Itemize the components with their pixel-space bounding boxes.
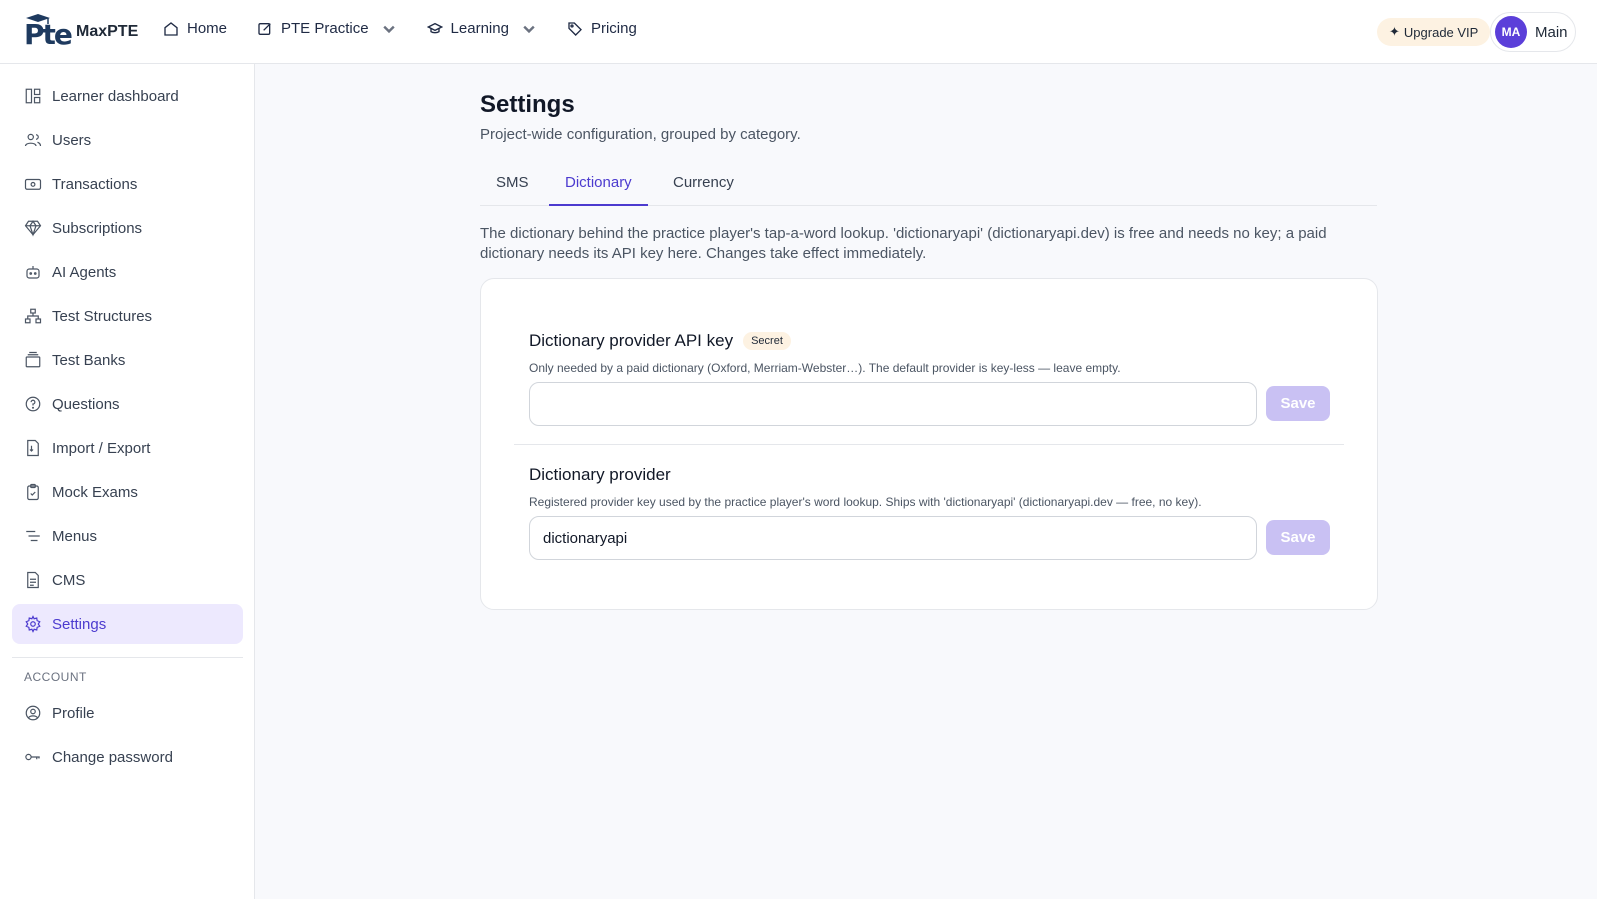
sidebar-item-change-password[interactable]: Change password (12, 737, 243, 777)
chevron-down-icon (523, 25, 535, 33)
archive-icon (25, 351, 41, 368)
sidebar-item-label: Mock Exams (52, 483, 138, 501)
sidebar-item-label: AI Agents (52, 263, 117, 281)
tag-icon (568, 21, 582, 36)
nav-learning-label: Learning (450, 20, 509, 37)
field-help-text: Registered provider key used by the prac… (529, 495, 1202, 509)
sidebar-item-subscriptions[interactable]: Subscriptions (12, 208, 243, 248)
sidebar-item-profile[interactable]: Profile (12, 693, 243, 733)
tab-sms[interactable]: SMS (480, 172, 545, 206)
sidebar-item-label: Transactions (52, 175, 138, 193)
sidebar-item-label: Settings (52, 615, 107, 633)
file-transfer-icon (27, 439, 39, 457)
setting-dictionary-provider: Dictionary provider Registered provider … (529, 465, 1330, 565)
sidebar-item-label: Subscriptions (52, 219, 143, 237)
robot-icon (26, 266, 40, 279)
clipboard-icon (27, 483, 39, 501)
dashboard-icon (25, 88, 41, 104)
sidebar-item-mock-exams[interactable]: Mock Exams (12, 472, 243, 512)
nav-home-label: Home (187, 20, 228, 37)
document-icon (27, 571, 39, 589)
upgrade-vip-button[interactable]: ✦ Upgrade VIP (1377, 18, 1491, 46)
sidebar-item-settings[interactable]: Settings (12, 604, 243, 644)
sidebar-item-questions[interactable]: Questions (12, 384, 243, 424)
field-divider (514, 444, 1344, 445)
dictionary-provider-input[interactable] (529, 516, 1257, 560)
sparkle-icon: ✦ (1389, 24, 1400, 39)
sidebar-item-label: CMS (52, 571, 86, 589)
sidebar: Learner dashboard Users Transactions Sub… (0, 64, 255, 899)
page-title: Settings (480, 91, 575, 118)
field-help-text: Only needed by a paid dictionary (Oxford… (529, 361, 1121, 375)
logo-text: Pte (24, 18, 73, 51)
chevron-down-icon (382, 25, 395, 33)
sidebar-item-cms[interactable]: CMS (12, 560, 243, 600)
sidebar-item-label: Learner dashboard (52, 87, 179, 105)
nav-pte-practice[interactable]: PTE Practice (257, 20, 397, 37)
sidebar-item-label: Change password (52, 748, 173, 766)
top-nav: Home PTE Practice Learning Pricing (163, 20, 637, 37)
sidebar-item-users[interactable]: Users (12, 120, 243, 160)
sidebar-item-label: Users (52, 131, 92, 149)
sidebar-item-label: Questions (52, 395, 120, 413)
top-navbar: Pte MaxPTE Home PTE Practice Learning Pr… (0, 0, 1597, 64)
field-label-text: Dictionary provider API key (529, 331, 734, 350)
key-icon (25, 753, 40, 761)
home-icon (164, 21, 178, 36)
tab-description: The dictionary behind the practice playe… (480, 225, 1327, 262)
tab-currency[interactable]: Currency (657, 172, 750, 206)
edit-icon (258, 22, 271, 35)
nav-pricing[interactable]: Pricing (567, 20, 637, 37)
sidebar-item-menus[interactable]: Menus (12, 516, 243, 556)
gear-icon (25, 615, 41, 633)
sidebar-item-transactions[interactable]: Transactions (12, 164, 243, 204)
dictionary-api-key-input[interactable] (529, 382, 1257, 426)
secret-badge: Secret (743, 332, 791, 350)
save-button[interactable]: Save (1266, 520, 1330, 555)
menu-icon (26, 530, 40, 542)
nav-home[interactable]: Home (163, 20, 227, 37)
tab-dictionary[interactable]: Dictionary (549, 172, 648, 206)
question-icon (25, 396, 41, 412)
sidebar-item-learner-dashboard[interactable]: Learner dashboard (12, 76, 243, 116)
tab-label: Dictionary (565, 174, 632, 191)
sidebar-item-label: Test Banks (52, 351, 126, 369)
users-icon (24, 133, 42, 147)
field-label: Dictionary provider (529, 465, 671, 485)
sidebar-item-label: Profile (52, 704, 95, 722)
settings-card: Dictionary provider API key Secret Only … (480, 278, 1378, 610)
user-circle-icon (25, 705, 41, 721)
field-label: Dictionary provider API key Secret (529, 331, 791, 351)
setting-dictionary-api-key: Dictionary provider API key Secret Only … (529, 331, 1330, 431)
upgrade-vip-label: Upgrade VIP (1403, 24, 1479, 40)
settings-tabs: SMS Dictionary Currency (480, 172, 1377, 206)
logo-mark: Pte (24, 14, 73, 51)
sidebar-item-import-export[interactable]: Import / Export (12, 428, 243, 468)
page-subtitle: Project-wide configuration, grouped by c… (480, 126, 801, 143)
user-menu[interactable]: MA Main (1490, 12, 1576, 52)
nav-pricing-label: Pricing (590, 20, 637, 37)
sidebar-divider (12, 657, 243, 658)
sidebar-item-label: Import / Export (52, 439, 151, 457)
sidebar-item-label: Test Structures (52, 307, 153, 325)
sidebar-item-label: Menus (52, 527, 98, 545)
money-icon (24, 178, 42, 190)
hierarchy-icon (24, 308, 42, 324)
nav-learning[interactable]: Learning (426, 20, 537, 37)
graduation-cap-icon (426, 22, 443, 33)
field-label-text: Dictionary provider (529, 465, 671, 484)
tab-label: SMS (496, 174, 529, 191)
avatar: MA (1495, 16, 1527, 48)
sidebar-item-test-structures[interactable]: Test Structures (12, 296, 243, 336)
nav-pte-practice-label: PTE Practice (281, 20, 369, 37)
save-button[interactable]: Save (1266, 386, 1330, 421)
brand-name: MaxPTE (76, 23, 139, 40)
user-name: Main (1535, 23, 1568, 41)
diamond-icon (24, 220, 42, 237)
sidebar-account-heading: ACCOUNT (24, 670, 87, 684)
sidebar-item-ai-agents[interactable]: AI Agents (12, 252, 243, 292)
brand-logo[interactable]: Pte MaxPTE (24, 14, 138, 50)
tab-label: Currency (673, 174, 734, 191)
sidebar-item-test-banks[interactable]: Test Banks (12, 340, 243, 380)
